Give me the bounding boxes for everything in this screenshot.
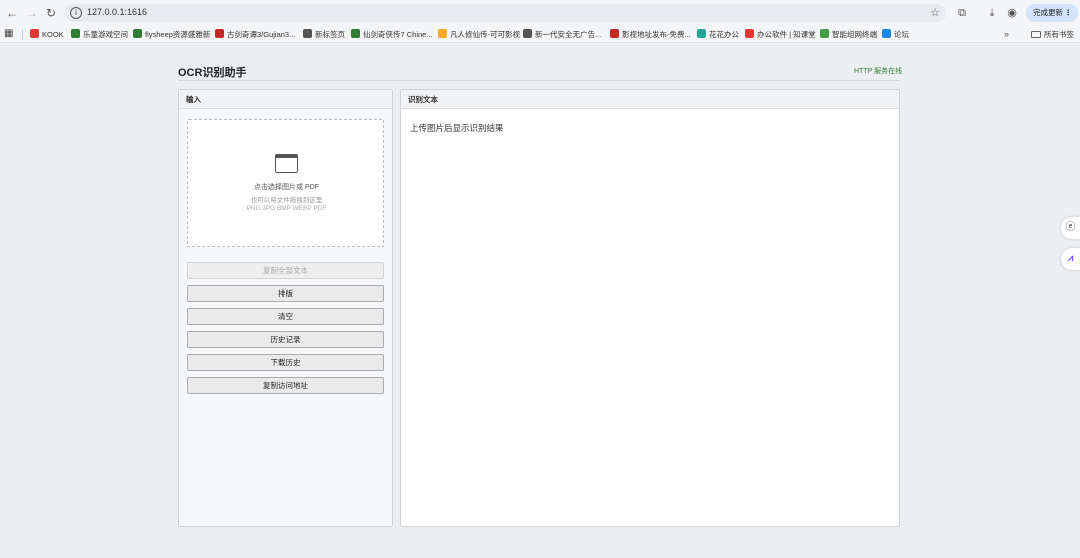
- bookmark-star-icon[interactable]: ☆: [930, 6, 940, 20]
- bookmark-favicon-icon: [610, 29, 619, 38]
- bookmark-favicon-icon: [697, 29, 706, 38]
- bookmark-favicon-icon: [523, 29, 532, 38]
- bookmark-item[interactable]: 仙剑奇侠传7 Chine...: [351, 28, 433, 41]
- update-button-label: 完成更新: [1033, 8, 1063, 17]
- history-button[interactable]: 历史记录: [187, 331, 384, 348]
- page-title: OCR识别助手: [178, 67, 247, 79]
- bookmark-item[interactable]: 古剑奇谭3/Gujian3...: [215, 28, 295, 41]
- bookmark-favicon-icon: [820, 29, 829, 38]
- title-divider: [178, 80, 900, 81]
- copy-all-text-button[interactable]: 复制全部文本: [187, 262, 384, 279]
- bookmark-item[interactable]: 新标签页: [303, 28, 345, 41]
- forward-icon[interactable]: →: [24, 5, 40, 21]
- bookmark-item[interactable]: 乐童游戏空间: [71, 28, 128, 41]
- url-text[interactable]: 127.0.0.1:1616: [87, 7, 147, 17]
- translate-widget-icon[interactable]: ⓔ: [1061, 217, 1080, 239]
- result-text-area[interactable]: 上传图片后显示识别结果: [410, 122, 504, 134]
- profile-icon[interactable]: ◉: [1005, 5, 1019, 21]
- bookmark-item[interactable]: 论坛: [882, 28, 909, 41]
- bookmark-favicon-icon: [882, 29, 891, 38]
- all-bookmarks-folder[interactable]: 所有书签: [1031, 28, 1074, 41]
- image-file-icon: [275, 154, 298, 173]
- dropzone-hint: 也可以将文件拖拽到这里: [250, 197, 323, 204]
- bookmark-favicon-icon: [351, 29, 360, 38]
- bookmark-item[interactable]: 影视地址发布-免费...: [610, 28, 691, 41]
- bookmark-item[interactable]: 花花办公: [697, 28, 739, 41]
- bookmarks-overflow-icon[interactable]: »: [1004, 28, 1009, 41]
- bookmark-favicon-icon: [303, 29, 312, 38]
- bookmark-favicon-icon: [438, 29, 447, 38]
- extensions-icon[interactable]: ⧉: [955, 5, 969, 21]
- layout-button[interactable]: 排版: [187, 285, 384, 302]
- reload-icon[interactable]: ↻: [43, 5, 59, 21]
- menu-dots-icon: ⋮: [1064, 8, 1073, 17]
- download-icon[interactable]: ⤓: [985, 5, 999, 21]
- back-icon[interactable]: ←: [4, 5, 20, 21]
- input-panel-title: 输入: [179, 90, 392, 109]
- result-panel-title: 识别文本: [401, 90, 899, 109]
- bookmarks-bar: ▦ KOOK 乐童游戏空间 flysheep资源盛雅新 古剑奇谭3/Gujian…: [0, 26, 1080, 43]
- result-panel: 识别文本 上传图片后显示识别结果: [400, 89, 900, 527]
- copy-url-button[interactable]: 复制访问地址: [187, 377, 384, 394]
- download-history-button[interactable]: 下载历史: [187, 354, 384, 371]
- bookmark-favicon-icon: [30, 29, 39, 38]
- bookmarks-separator: [22, 29, 23, 40]
- update-button[interactable]: 完成更新 ⋮: [1026, 4, 1078, 22]
- bookmark-item[interactable]: 智能组网终端: [820, 28, 877, 41]
- bookmark-item[interactable]: 办公软件 | 知课堂: [745, 28, 816, 41]
- address-bar[interactable]: i 127.0.0.1:1616 ☆: [64, 4, 946, 22]
- folder-icon: [1031, 31, 1041, 38]
- bookmark-item[interactable]: 新一代安全无广告...: [523, 28, 601, 41]
- bookmark-favicon-icon: [133, 29, 142, 38]
- bookmark-favicon-icon: [71, 29, 80, 38]
- bookmark-favicon-icon: [745, 29, 754, 38]
- file-dropzone[interactable]: 点击选择图片或 PDF 也可以将文件拖拽到这里 PNG JPG BMP WEBP…: [187, 119, 384, 247]
- apps-grid-icon[interactable]: ▦: [4, 28, 16, 40]
- browser-toolbar: ← → ↻ i 127.0.0.1:1616 ☆ ⧉ ⤓ ◉ 完成更新 ⋮: [0, 0, 1080, 26]
- bookmark-favicon-icon: [215, 29, 224, 38]
- bookmark-item[interactable]: flysheep资源盛雅新: [133, 28, 210, 41]
- clear-button[interactable]: 清空: [187, 308, 384, 325]
- site-info-icon[interactable]: i: [70, 7, 82, 19]
- bookmark-item[interactable]: KOOK: [30, 28, 64, 41]
- bookmark-item[interactable]: 凡人修仙传-可可影视: [438, 28, 520, 41]
- input-panel: 输入 点击选择图片或 PDF 也可以将文件拖拽到这里 PNG JPG BMP W…: [178, 89, 393, 527]
- dropzone-formats: PNG JPG BMP WEBP PDF: [246, 205, 327, 212]
- dropzone-prompt: 点击选择图片或 PDF: [254, 184, 319, 191]
- status-badge: HTTP 服务在线: [854, 68, 903, 75]
- assistant-widget-icon[interactable]: ⩘: [1061, 248, 1080, 270]
